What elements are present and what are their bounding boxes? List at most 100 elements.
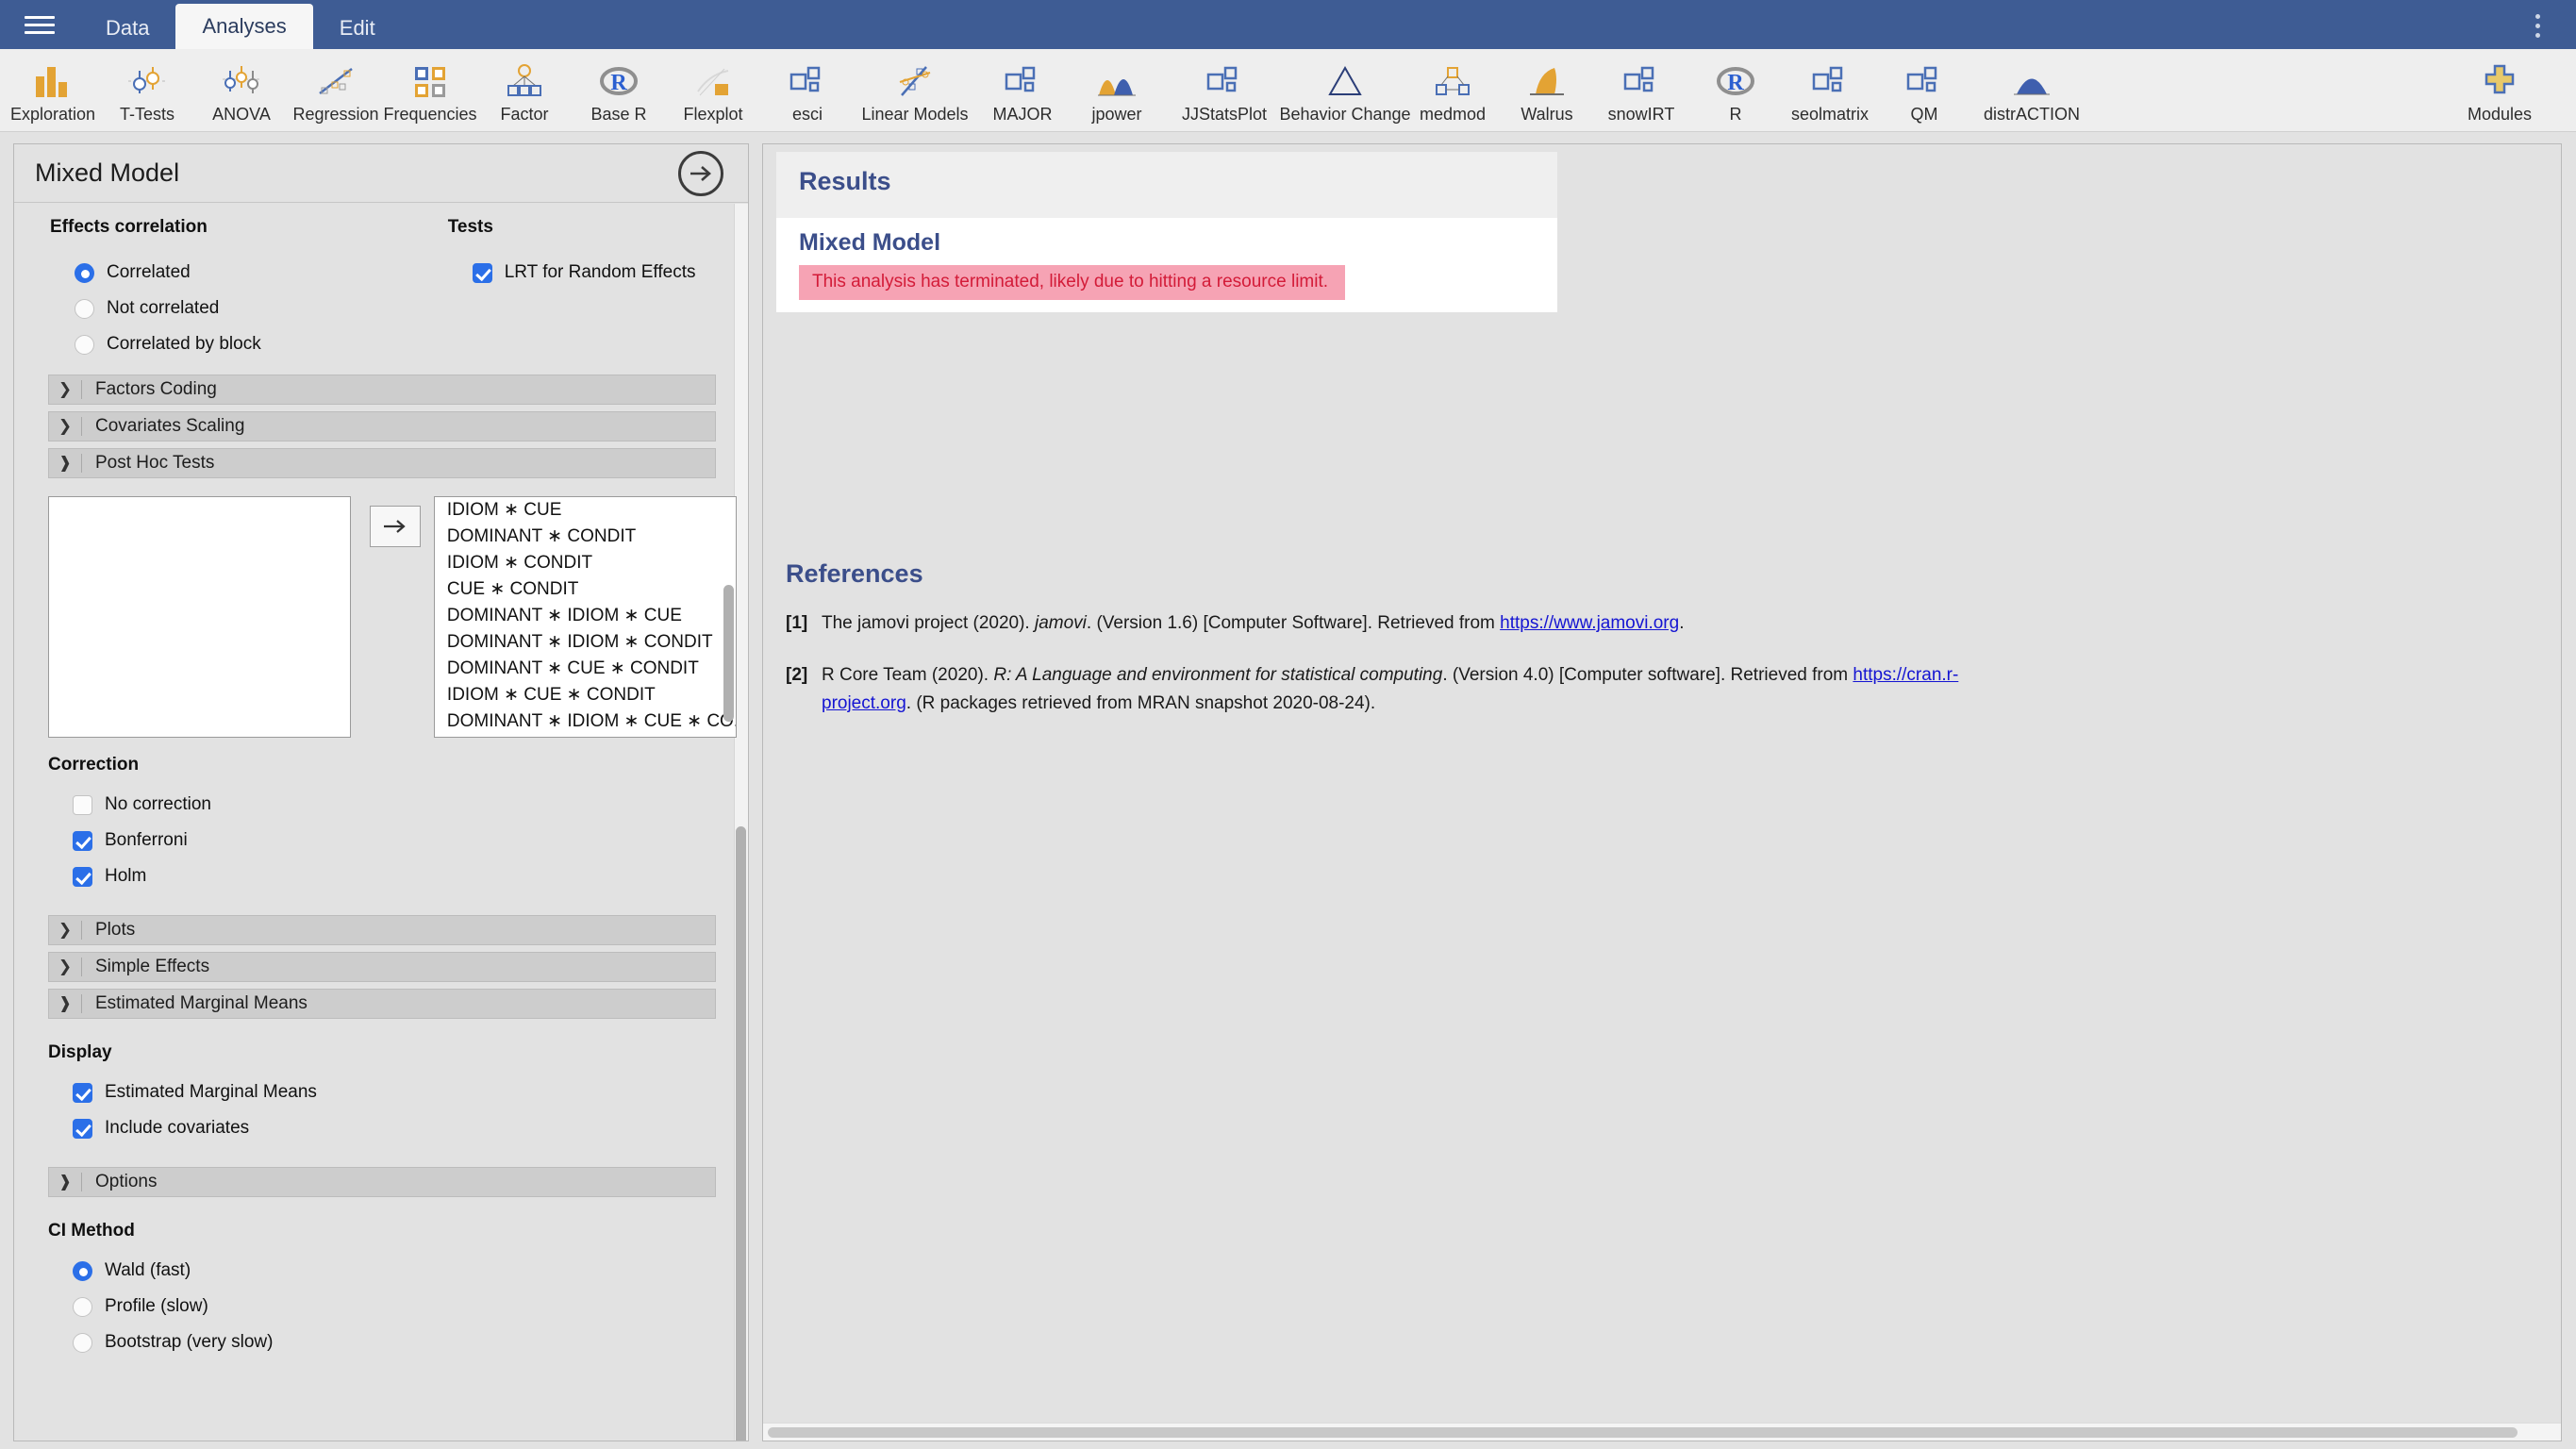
radio-wald-fast[interactable]: Wald (fast) — [48, 1253, 737, 1289]
ribbon-item-linear-models[interactable]: Linear Models — [855, 57, 975, 125]
checkbox-holm[interactable]: Holm — [48, 858, 737, 894]
ribbon-item-distraction[interactable]: distrACTION — [1971, 57, 2092, 125]
reference-number: [2] — [786, 665, 808, 686]
list-item[interactable]: CUE ∗ CONDIT — [435, 576, 736, 603]
checkbox-icon[interactable] — [73, 794, 92, 815]
ribbon-item-label: esci — [791, 104, 823, 124]
ribbon-item-anova[interactable]: ANOVA — [194, 57, 289, 125]
checkbox-no-correction[interactable]: No correction — [48, 787, 737, 823]
post-hoc-list-scrollbar-thumb[interactable] — [723, 585, 734, 722]
ribbon-item-regression[interactable]: Regression — [289, 57, 383, 125]
ribbon-item-exploration[interactable]: Exploration — [6, 57, 100, 125]
radio-bootstrap-very-slow[interactable]: Bootstrap (very slow) — [48, 1324, 737, 1360]
section-estimated-marginal-means[interactable]: ❱ Estimated Marginal Means — [48, 989, 716, 1019]
radio-icon[interactable] — [75, 262, 94, 283]
radio-icon[interactable] — [75, 334, 94, 355]
checkbox-icon[interactable] — [73, 830, 92, 851]
section-simple-effects[interactable]: ❯ Simple Effects — [48, 952, 716, 982]
transfer-arrow-right-button[interactable] — [370, 506, 421, 547]
ribbon-item-label: Factor — [500, 104, 549, 124]
section-plots[interactable]: ❯ Plots — [48, 915, 716, 945]
tab-data[interactable]: Data — [79, 8, 175, 49]
section-factors-coding[interactable]: ❯ Factors Coding — [48, 375, 716, 405]
hamburger-menu-icon[interactable] — [0, 0, 79, 49]
section-title: Plots — [95, 920, 136, 940]
list-item[interactable]: DOMINANT ∗ CUE ∗ CONDIT — [435, 656, 736, 682]
ribbon-item-esci[interactable]: esci — [760, 57, 855, 125]
list-item[interactable]: DOMINANT ∗ IDIOM ∗ CUE ∗ CO... — [435, 708, 736, 735]
radio-correlated-by-block[interactable]: Correlated by block — [50, 326, 261, 362]
divider — [81, 454, 82, 473]
module-squares-icon — [1903, 60, 1945, 102]
ribbon-item-qm[interactable]: QM — [1877, 57, 1971, 125]
tab-edit[interactable]: Edit — [313, 8, 402, 49]
section-post-hoc-tests[interactable]: ❱ Post Hoc Tests — [48, 448, 716, 478]
results-horizontal-scrollbar-thumb[interactable] — [768, 1427, 2518, 1438]
results-horizontal-scrollbar-track[interactable] — [763, 1423, 2561, 1441]
vertical-ellipsis-icon[interactable] — [2521, 8, 2553, 43]
ribbon-item-frequencies[interactable]: Frequencies — [383, 57, 477, 125]
ribbon-item-behavior-change[interactable]: Behavior Change — [1279, 57, 1411, 125]
ribbon-item-label: distrACTION — [1983, 104, 2080, 124]
radio-correlated[interactable]: Correlated — [50, 255, 261, 291]
four-squares-icon — [409, 60, 451, 102]
ribbon-item-label: Flexplot — [683, 104, 743, 124]
list-item[interactable]: IDIOM ∗ CONDIT — [435, 550, 736, 576]
ribbon-item-label: ANOVA — [212, 104, 271, 124]
analysis-title[interactable]: Mixed Model — [799, 229, 940, 257]
ribbon-item-seolmatrix[interactable]: seolmatrix — [1783, 57, 1877, 125]
radio-icon[interactable] — [73, 1296, 92, 1317]
ribbon-item-label: Exploration — [9, 104, 96, 124]
checkbox-icon[interactable] — [73, 1082, 92, 1103]
radio-not-correlated[interactable]: Not correlated — [50, 291, 261, 326]
post-hoc-available-listbox[interactable]: IDIOM ∗ CUE DOMINANT ∗ CONDIT IDIOM ∗ CO… — [433, 496, 737, 738]
radio-icon[interactable] — [73, 1260, 92, 1281]
list-item[interactable]: IDIOM ∗ CUE ∗ CONDIT — [435, 682, 736, 708]
ribbon-item-walrus[interactable]: Walrus — [1500, 57, 1594, 125]
analyses-ribbon: Exploration T-Tests ANOVA Regression Fre — [0, 49, 2576, 132]
section-options[interactable]: ❱ Options — [48, 1167, 716, 1197]
ribbon-item-major[interactable]: MAJOR — [975, 57, 1070, 125]
ribbon-item-label: R — [1729, 104, 1742, 124]
checkbox-bonferroni[interactable]: Bonferroni — [48, 823, 737, 858]
results-heading[interactable]: Results — [799, 167, 891, 196]
checkbox-icon[interactable] — [73, 866, 92, 887]
error-bars-icon — [126, 60, 168, 102]
tab-analyses[interactable]: Analyses — [175, 4, 313, 49]
hamburger-bar — [25, 23, 55, 26]
ribbon-item-medmod[interactable]: medmod — [1405, 57, 1500, 125]
checkbox-include-covariates[interactable]: Include covariates — [48, 1110, 737, 1146]
options-scrollbar-thumb[interactable] — [736, 826, 746, 1441]
section-covariates-scaling[interactable]: ❯ Covariates Scaling — [48, 411, 716, 441]
ribbon-item-label: jpower — [1091, 104, 1142, 124]
ribbon-item-jpower[interactable]: jpower — [1070, 57, 1164, 125]
checkbox-estimated-marginal-means[interactable]: Estimated Marginal Means — [48, 1074, 737, 1110]
checkbox-lrt-random-effects[interactable]: LRT for Random Effects — [448, 255, 696, 291]
radio-profile-slow[interactable]: Profile (slow) — [48, 1289, 737, 1324]
radio-label: Wald (fast) — [105, 1260, 191, 1280]
ribbon-item-r[interactable]: R R — [1688, 57, 1783, 125]
ribbon-item-t-tests[interactable]: T-Tests — [100, 57, 194, 125]
list-item[interactable]: DOMINANT ∗ CONDIT — [435, 524, 736, 550]
checkbox-label: LRT for Random Effects — [504, 262, 696, 282]
ribbon-item-base-r[interactable]: R Base R — [572, 57, 666, 125]
ribbon-item-flexplot[interactable]: Flexplot — [666, 57, 760, 125]
modules-button[interactable]: Modules — [2429, 57, 2570, 125]
reference-link[interactable]: https://www.jamovi.org — [1500, 613, 1679, 633]
display-label: Display — [48, 1042, 112, 1062]
radio-icon[interactable] — [73, 1332, 92, 1353]
ribbon-item-factor[interactable]: Factor — [477, 57, 572, 125]
checkbox-icon[interactable] — [73, 1118, 92, 1139]
post-hoc-selected-listbox[interactable] — [48, 496, 352, 738]
ribbon-item-jjstatsplot[interactable]: JJStatsPlot — [1164, 57, 1285, 125]
radio-icon[interactable] — [75, 298, 94, 319]
arrow-right-circle-icon[interactable] — [678, 150, 723, 196]
results-panel: Results Mixed Model This analysis has te… — [762, 143, 2562, 1441]
checkbox-label: Estimated Marginal Means — [105, 1082, 317, 1102]
ribbon-item-snowirt[interactable]: snowIRT — [1594, 57, 1688, 125]
ribbon-item-label: Linear Models — [861, 104, 969, 124]
list-item[interactable]: IDIOM ∗ CUE — [435, 497, 736, 524]
list-item[interactable]: DOMINANT ∗ IDIOM ∗ CUE — [435, 603, 736, 629]
list-item[interactable]: DOMINANT ∗ IDIOM ∗ CONDIT — [435, 629, 736, 656]
checkbox-icon[interactable] — [472, 262, 492, 283]
